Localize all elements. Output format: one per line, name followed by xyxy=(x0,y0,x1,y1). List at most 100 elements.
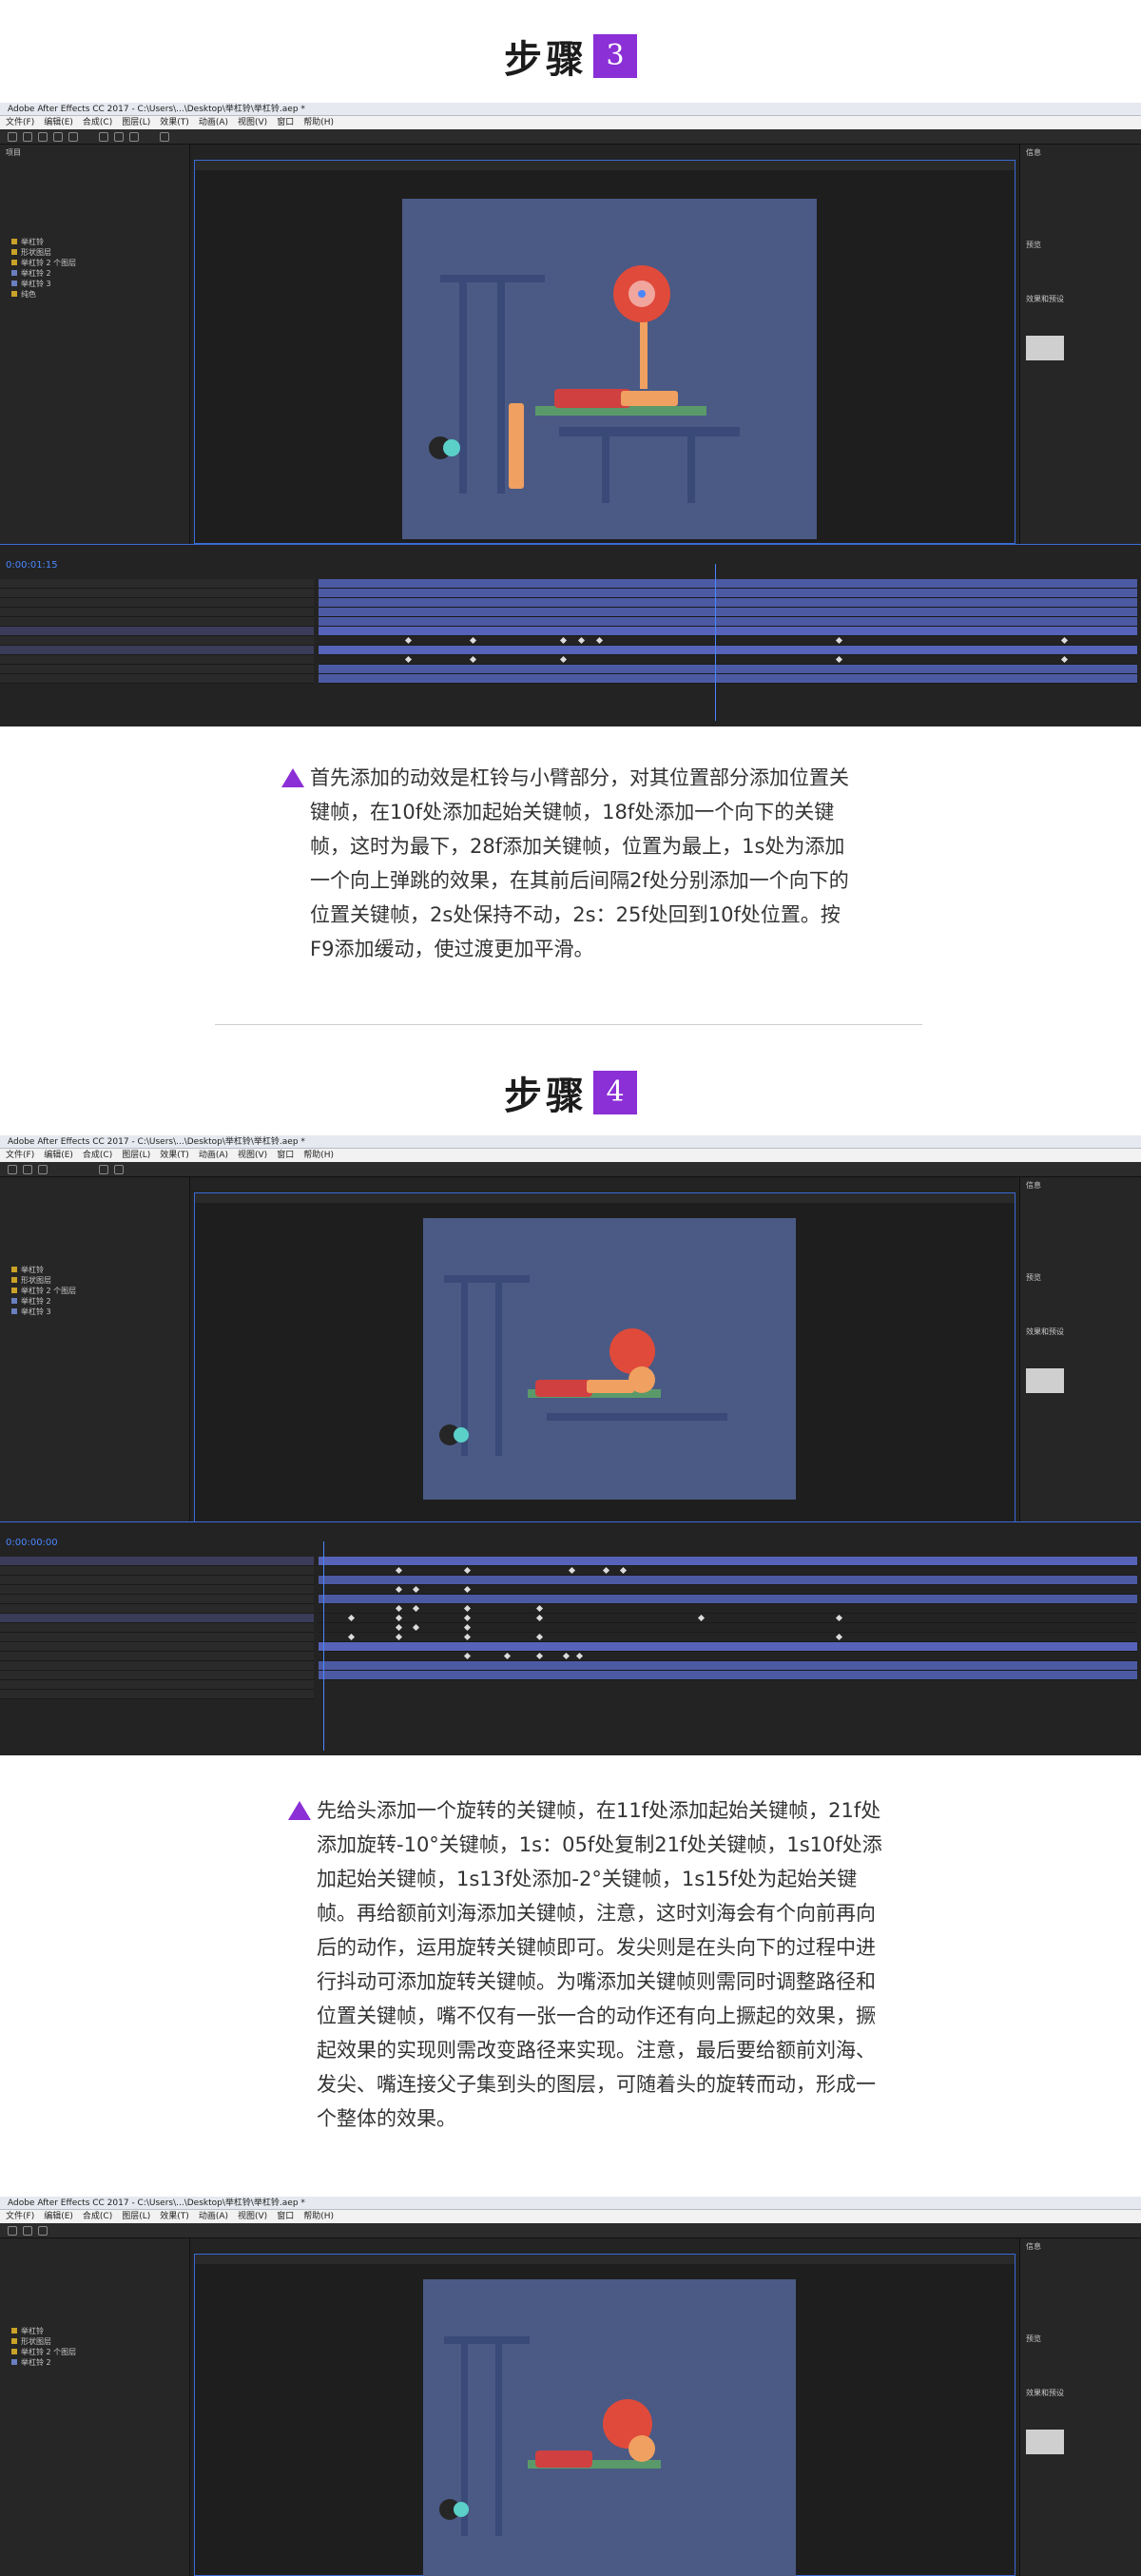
keyframe[interactable] xyxy=(395,1614,403,1622)
layer-row[interactable] xyxy=(0,1595,314,1604)
layer-row[interactable] xyxy=(0,598,314,608)
path-track[interactable] xyxy=(319,1604,1137,1614)
hand-tool-icon[interactable] xyxy=(23,2226,32,2236)
keyframe[interactable] xyxy=(835,636,843,645)
zoom-tool-icon[interactable] xyxy=(38,1165,48,1174)
menu-composition[interactable]: 合成(C) xyxy=(83,2212,112,2221)
keyframe[interactable] xyxy=(463,1585,472,1594)
layer-track[interactable] xyxy=(319,617,1137,627)
keyframe[interactable] xyxy=(469,655,477,664)
layer-row[interactable] xyxy=(0,1671,314,1680)
keyframe[interactable] xyxy=(835,1633,843,1641)
keyframe[interactable] xyxy=(562,1652,570,1660)
menu-help[interactable]: 帮助(H) xyxy=(303,2212,334,2221)
preset-thumbnail[interactable] xyxy=(1026,336,1064,360)
menu-composition[interactable]: 合成(C) xyxy=(83,118,112,127)
position-track[interactable] xyxy=(319,636,1137,646)
text-tool-icon[interactable] xyxy=(114,1165,124,1174)
keyframe[interactable] xyxy=(535,1652,544,1660)
project-item[interactable]: 举杠铃 3 xyxy=(0,1307,189,1317)
menu-view[interactable]: 视图(V) xyxy=(238,118,267,127)
layer-row[interactable] xyxy=(0,1614,314,1623)
layer-row[interactable] xyxy=(0,627,314,636)
composition-viewer[interactable] xyxy=(194,160,1015,544)
brush-tool-icon[interactable] xyxy=(129,132,139,142)
rotation-track[interactable] xyxy=(319,1566,1137,1576)
keyframe[interactable] xyxy=(463,1623,472,1632)
camera-tool-icon[interactable] xyxy=(68,132,78,142)
puppet-tool-icon[interactable] xyxy=(160,132,169,142)
info-panel-label[interactable]: 信息 xyxy=(1020,1177,1141,1193)
project-item[interactable]: 形状图层 xyxy=(0,1275,189,1286)
layer-row[interactable] xyxy=(0,1604,314,1614)
composition-viewer[interactable] xyxy=(194,1192,1015,1573)
playhead[interactable] xyxy=(323,1541,324,1751)
effects-panel-label[interactable]: 效果和预设 xyxy=(1020,291,1141,307)
project-item[interactable]: 形状图层 xyxy=(0,247,189,258)
layer-track[interactable] xyxy=(319,1642,1137,1652)
keyframe[interactable] xyxy=(404,655,413,664)
menu-animation[interactable]: 动画(A) xyxy=(199,2212,228,2221)
keyframe[interactable] xyxy=(395,1585,403,1594)
layer-row[interactable] xyxy=(0,1652,314,1661)
layer-row[interactable] xyxy=(0,1633,314,1642)
layer-row[interactable] xyxy=(0,1576,314,1585)
project-item[interactable]: 举杠铃 xyxy=(0,237,189,247)
menu-effect[interactable]: 效果(T) xyxy=(160,118,189,127)
layer-row[interactable] xyxy=(0,1642,314,1652)
project-item[interactable]: 举杠铃 xyxy=(0,1265,189,1275)
rotation-track[interactable] xyxy=(319,1585,1137,1595)
keyframe[interactable] xyxy=(463,1604,472,1613)
keyframe[interactable] xyxy=(404,636,413,645)
zoom-tool-icon[interactable] xyxy=(38,132,48,142)
keyframe[interactable] xyxy=(559,636,568,645)
timecode-display[interactable]: 0:00:00:00 xyxy=(6,1538,58,1548)
layer-track[interactable] xyxy=(319,1661,1137,1671)
layer-track[interactable] xyxy=(319,589,1137,598)
preview-panel-label[interactable]: 预览 xyxy=(1020,2331,1141,2347)
project-item[interactable]: 形状图层 xyxy=(0,2336,189,2347)
menu-window[interactable]: 窗口 xyxy=(277,118,294,127)
track-area[interactable] xyxy=(319,1557,1137,1737)
layer-track[interactable] xyxy=(319,674,1137,684)
position-track[interactable] xyxy=(319,655,1137,665)
project-item[interactable]: 举杠铃 2 个图层 xyxy=(0,2347,189,2357)
composition-viewer[interactable] xyxy=(194,2254,1015,2576)
info-panel-label[interactable]: 信息 xyxy=(1020,145,1141,161)
menu-animation[interactable]: 动画(A) xyxy=(199,118,228,127)
menu-edit[interactable]: 编辑(E) xyxy=(44,2212,73,2221)
keyframe[interactable] xyxy=(619,1566,628,1575)
layer-track[interactable] xyxy=(319,1595,1137,1604)
menu-file[interactable]: 文件(F) xyxy=(6,118,34,127)
menu-view[interactable]: 视图(V) xyxy=(238,2212,267,2221)
selection-tool-icon[interactable] xyxy=(8,132,17,142)
keyframe[interactable] xyxy=(412,1604,420,1613)
project-item[interactable]: 纯色 xyxy=(0,289,189,300)
keyframe[interactable] xyxy=(395,1633,403,1641)
layer-row[interactable] xyxy=(0,1661,314,1671)
menu-help[interactable]: 帮助(H) xyxy=(303,1151,334,1160)
project-item[interactable]: 举杠铃 2 xyxy=(0,1296,189,1307)
preset-thumbnail[interactable] xyxy=(1026,2430,1064,2454)
project-item[interactable]: 举杠铃 xyxy=(0,2326,189,2336)
menu-animation[interactable]: 动画(A) xyxy=(199,1151,228,1160)
layer-row[interactable] xyxy=(0,1623,314,1633)
track-area[interactable] xyxy=(319,579,1137,712)
layer-row[interactable] xyxy=(0,579,314,589)
keyframe[interactable] xyxy=(577,636,586,645)
menu-composition[interactable]: 合成(C) xyxy=(83,1151,112,1160)
keyframe[interactable] xyxy=(463,1614,472,1622)
menu-layer[interactable]: 图层(L) xyxy=(122,118,150,127)
keyframe[interactable] xyxy=(347,1633,356,1641)
effects-panel-label[interactable]: 效果和预设 xyxy=(1020,1324,1141,1340)
layer-track[interactable] xyxy=(319,579,1137,589)
layer-row[interactable] xyxy=(0,665,314,674)
keyframe[interactable] xyxy=(1060,636,1069,645)
composition-canvas[interactable] xyxy=(402,199,817,539)
selection-tool-icon[interactable] xyxy=(8,2226,17,2236)
layer-track[interactable] xyxy=(319,608,1137,617)
keyframe[interactable] xyxy=(1060,655,1069,664)
layer-row[interactable] xyxy=(0,1680,314,1690)
hand-tool-icon[interactable] xyxy=(23,132,32,142)
menu-layer[interactable]: 图层(L) xyxy=(122,1151,150,1160)
